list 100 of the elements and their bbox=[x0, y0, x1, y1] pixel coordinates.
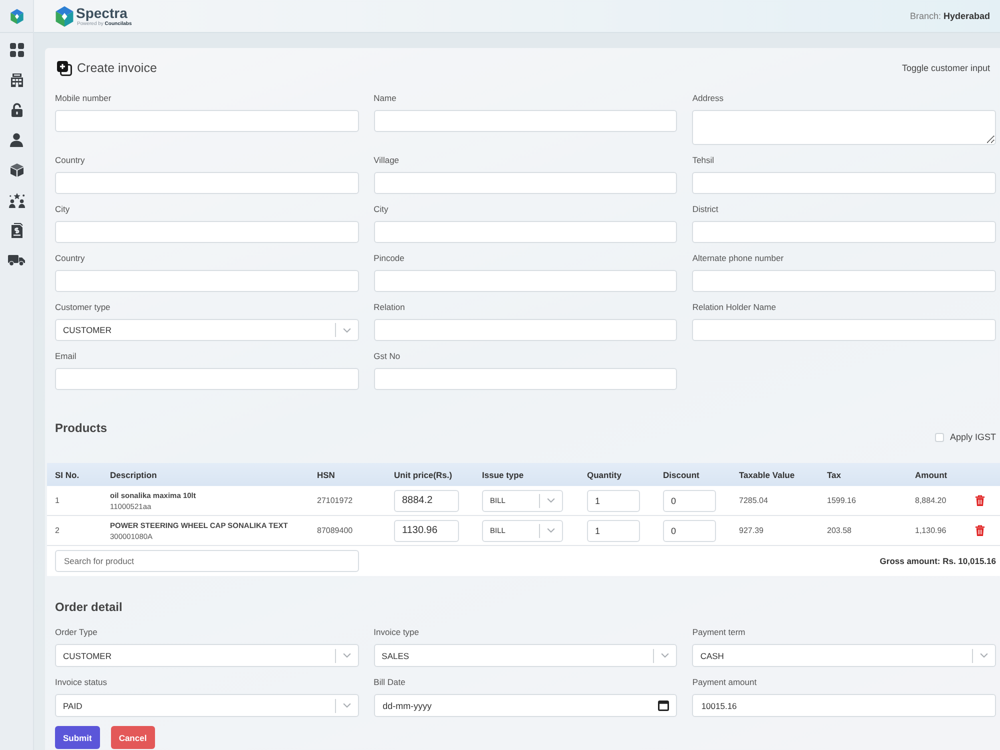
checkbox[interactable] bbox=[934, 432, 944, 442]
field-label: Village bbox=[374, 154, 400, 166]
logo-icon[interactable] bbox=[10, 8, 24, 24]
table-cell: 1,130.96 bbox=[915, 526, 946, 535]
table-cell: 927.39 bbox=[739, 526, 764, 535]
checkbox-label: Apply IGST bbox=[950, 431, 996, 443]
quantity-field[interactable]: 1 bbox=[587, 490, 640, 512]
column-header: Taxable Value bbox=[739, 470, 795, 480]
calendar-icon[interactable] bbox=[658, 700, 670, 711]
discount-field[interactable]: 0 bbox=[663, 490, 716, 512]
text-field[interactable] bbox=[55, 221, 359, 243]
column-header: HSN bbox=[317, 470, 335, 480]
column-header: SI No. bbox=[55, 470, 80, 480]
text-field[interactable] bbox=[55, 172, 359, 194]
document-icon[interactable] bbox=[10, 222, 22, 238]
text-field[interactable] bbox=[374, 172, 678, 194]
field-label: Invoice status bbox=[55, 676, 107, 688]
field-label: Payment amount bbox=[692, 676, 757, 688]
field-label: City bbox=[374, 203, 388, 215]
logo-icon[interactable] bbox=[55, 6, 74, 26]
field-label: Name bbox=[374, 92, 396, 104]
field-label: Relation bbox=[374, 301, 405, 313]
dropdown[interactable]: SALES bbox=[374, 644, 678, 667]
field-label: Email bbox=[55, 350, 76, 362]
column-header: Tax bbox=[827, 470, 842, 480]
text-field[interactable] bbox=[692, 221, 996, 243]
table-cell: 8,884.20 bbox=[915, 496, 946, 505]
text-field[interactable] bbox=[374, 270, 678, 292]
padlock-icon[interactable] bbox=[10, 103, 22, 117]
field-label: Tehsil bbox=[692, 154, 714, 166]
text-field[interactable] bbox=[692, 319, 996, 341]
chevron-down-icon bbox=[342, 703, 351, 708]
branch-label: Branch: Hyderabad bbox=[910, 11, 990, 21]
trash-icon[interactable] bbox=[975, 525, 985, 536]
field-label: Relation Holder Name bbox=[692, 301, 776, 313]
page-title: Create invoice bbox=[77, 61, 157, 75]
table-cell: 1599.16 bbox=[827, 496, 856, 505]
field-label: Pincode bbox=[374, 252, 404, 264]
field-label: Country bbox=[55, 154, 85, 166]
field-label: Mobile number bbox=[55, 92, 112, 104]
text-field[interactable] bbox=[374, 368, 678, 390]
dropdown[interactable]: CASH bbox=[692, 644, 996, 667]
building-icon[interactable] bbox=[10, 73, 24, 87]
submit-button[interactable]: Submit bbox=[55, 726, 100, 749]
dropdown[interactable]: PAID bbox=[55, 694, 359, 717]
section-title: Products bbox=[55, 421, 108, 436]
field-label: District bbox=[692, 203, 718, 215]
field-label: City bbox=[55, 203, 70, 215]
chevron-down-icon bbox=[980, 653, 988, 658]
gross-amount: Gross amount: Rs. 10,015.16 bbox=[880, 556, 996, 566]
grid-icon[interactable] bbox=[10, 43, 24, 57]
textarea-field[interactable] bbox=[692, 110, 996, 145]
price-field[interactable]: 8884.2 bbox=[394, 490, 459, 512]
field-label: Bill Date bbox=[374, 676, 406, 688]
text-field[interactable] bbox=[374, 319, 678, 341]
column-header: Issue type bbox=[482, 470, 524, 480]
field-label: Address bbox=[692, 92, 724, 104]
brand-name: Spectra bbox=[76, 6, 128, 20]
quantity-field[interactable]: 1 bbox=[587, 520, 640, 542]
price-field[interactable]: 1130.96 bbox=[394, 520, 459, 542]
field-label: Payment term bbox=[692, 626, 746, 638]
table-cell: 27101972 bbox=[317, 496, 353, 505]
column-header: Unit price(Rs.) bbox=[394, 470, 452, 480]
text-field[interactable] bbox=[55, 270, 359, 292]
box-icon[interactable] bbox=[10, 163, 24, 177]
text-field[interactable] bbox=[692, 172, 996, 194]
column-header: Quantity bbox=[587, 470, 622, 480]
text-field[interactable]: 10015.16 bbox=[692, 694, 996, 717]
field-label: Country bbox=[55, 252, 85, 264]
toggle-link[interactable]: Toggle customer input bbox=[902, 63, 990, 73]
text-field[interactable] bbox=[55, 368, 359, 390]
chevron-down-icon bbox=[342, 653, 351, 658]
table-cell: 2 bbox=[55, 526, 60, 535]
field-label: Customer type bbox=[55, 301, 110, 313]
discount-field[interactable]: 0 bbox=[663, 520, 716, 542]
column-header: Description bbox=[110, 470, 157, 480]
table-cell: 7285.04 bbox=[739, 496, 768, 505]
dropdown[interactable]: CUSTOMER bbox=[55, 644, 359, 667]
table-cell: 203.58 bbox=[827, 526, 852, 535]
chevron-down-icon bbox=[661, 653, 670, 658]
chevron-down-icon bbox=[342, 328, 351, 332]
date-field[interactable]: dd-mm-yyyy bbox=[374, 694, 678, 717]
chevron-down-icon bbox=[547, 498, 555, 503]
dropdown[interactable]: CUSTOMER bbox=[55, 319, 359, 341]
field-label: Gst No bbox=[374, 350, 400, 362]
text-field[interactable] bbox=[692, 270, 996, 292]
cancel-button[interactable]: Cancel bbox=[110, 726, 155, 749]
stacked-plus-icon bbox=[57, 60, 72, 76]
trash-icon[interactable] bbox=[975, 495, 985, 506]
people-icon[interactable] bbox=[8, 192, 24, 208]
truck-icon[interactable] bbox=[8, 254, 25, 266]
text-field[interactable] bbox=[55, 110, 359, 132]
search-field[interactable]: Search for product bbox=[55, 550, 359, 572]
field-label: Alternate phone number bbox=[692, 252, 784, 264]
column-header: Amount bbox=[915, 470, 948, 480]
table-cell: 87089400 bbox=[317, 526, 353, 535]
user-icon[interactable] bbox=[10, 133, 23, 147]
field-label: Order Type bbox=[55, 626, 98, 638]
text-field[interactable] bbox=[374, 110, 678, 132]
text-field[interactable] bbox=[374, 221, 678, 243]
